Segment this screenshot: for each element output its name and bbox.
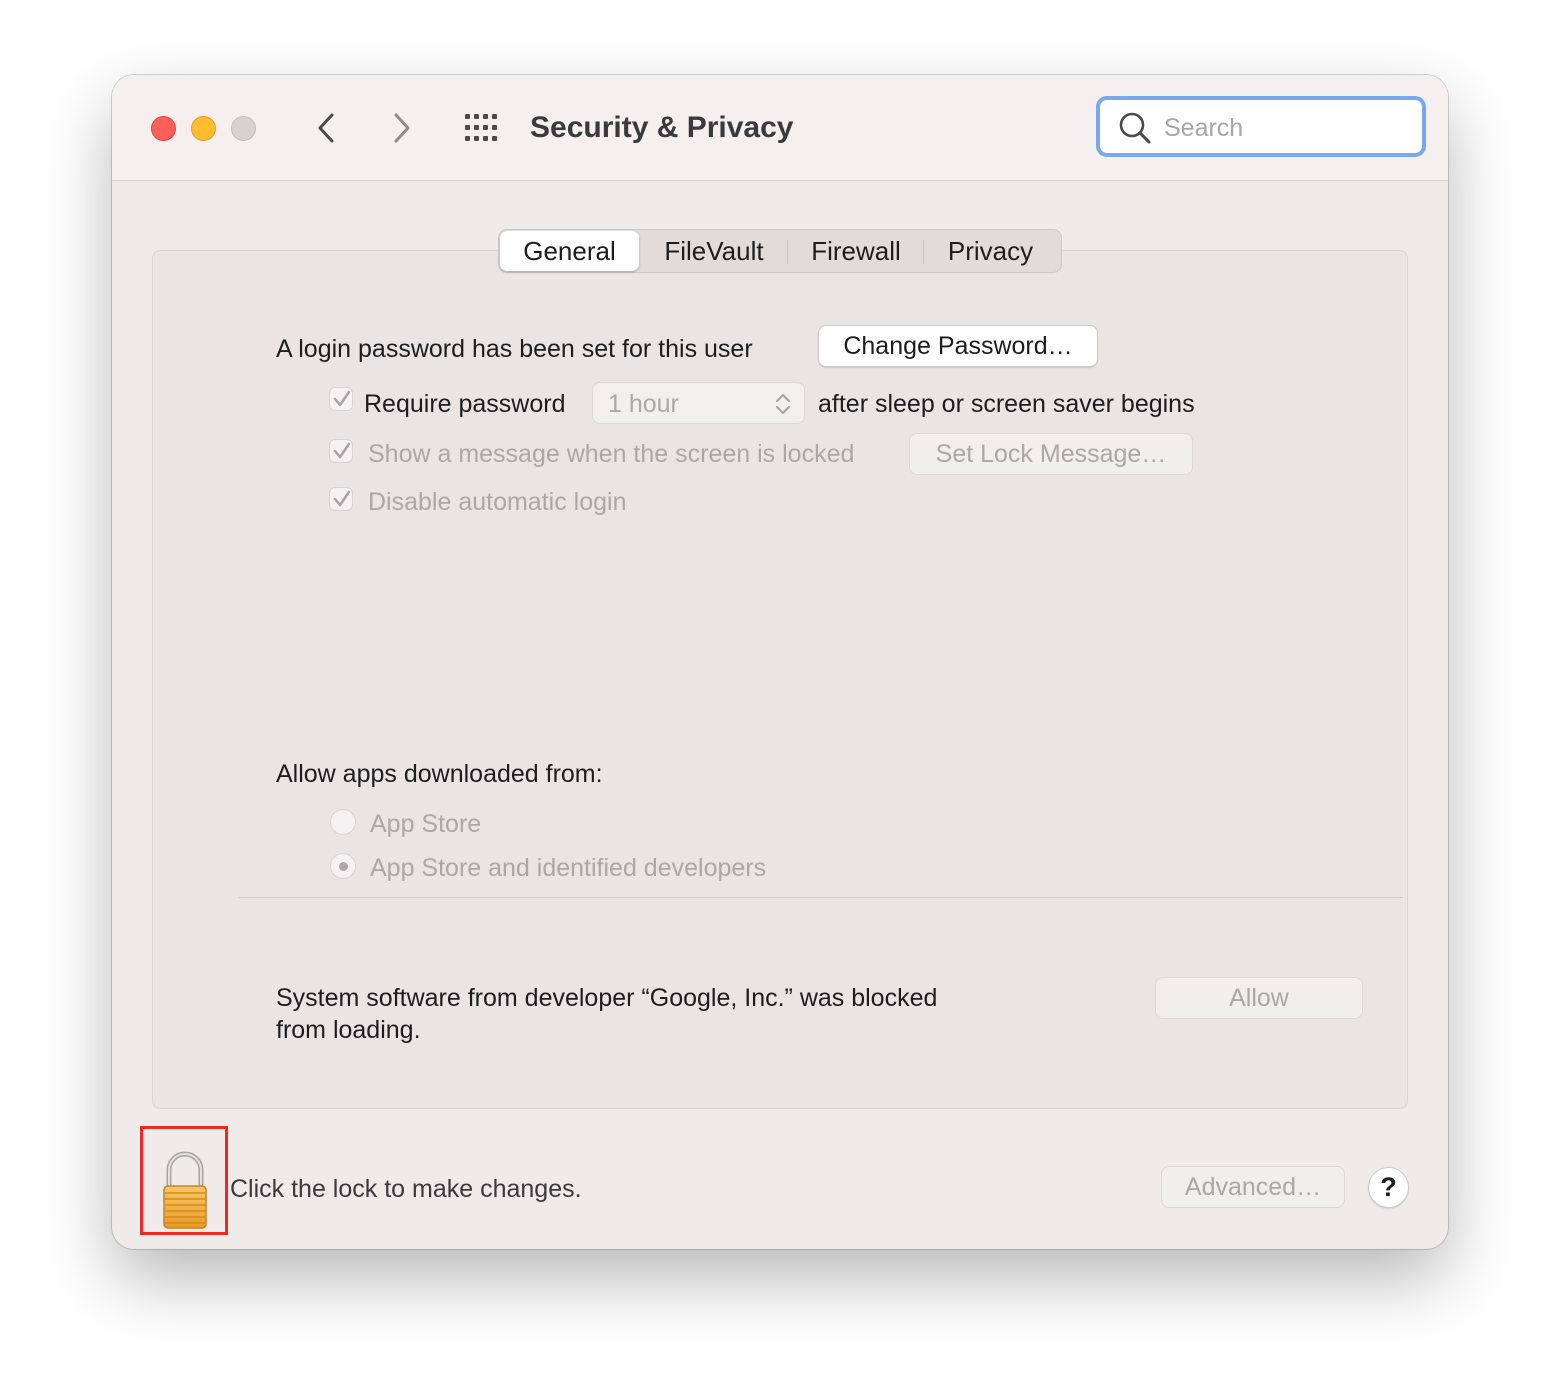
advanced-button[interactable]: Advanced…: [1161, 1166, 1345, 1208]
disable-auto-login-label: Disable automatic login: [368, 488, 627, 516]
back-button[interactable]: [308, 108, 348, 148]
help-button[interactable]: ?: [1368, 1167, 1409, 1208]
disable-auto-login-checkbox[interactable]: [329, 487, 353, 511]
radio-app-store-identified-label: App Store and identified developers: [370, 854, 767, 882]
minimize-button[interactable]: [191, 116, 216, 141]
require-password-label: Require password: [364, 390, 566, 418]
lock-status-text: Click the lock to make changes.: [230, 1175, 582, 1203]
blocked-message-line2: from loading.: [276, 1016, 421, 1044]
allow-apps-heading: Allow apps downloaded from:: [276, 760, 603, 788]
preferences-window: Security & Privacy A login password has …: [112, 75, 1448, 1249]
password-delay-popup[interactable]: 1 hour: [592, 382, 805, 424]
updown-chevron-icon: [776, 394, 790, 414]
tab-separator: [923, 240, 924, 264]
tab-content-panel: A login password has been set for this u…: [152, 250, 1408, 1109]
back-chevron-icon: [318, 113, 334, 143]
set-lock-message-button[interactable]: Set Lock Message…: [909, 433, 1193, 475]
close-button[interactable]: [151, 116, 176, 141]
require-password-checkbox[interactable]: [329, 387, 353, 411]
show-all-button[interactable]: [462, 112, 502, 144]
password-delay-value: 1 hour: [608, 390, 679, 418]
show-message-label: Show a message when the screen is locked: [368, 440, 855, 468]
radio-app-store-identified[interactable]: [330, 853, 356, 879]
tab-bar: General FileVault Firewall Privacy: [498, 229, 1062, 273]
search-field[interactable]: [1096, 96, 1426, 157]
tab-privacy[interactable]: Privacy: [927, 230, 1054, 272]
radio-selected-dot: [339, 862, 348, 871]
after-sleep-label: after sleep or screen saver begins: [818, 390, 1195, 418]
window-title: Security & Privacy: [530, 111, 794, 144]
radio-app-store[interactable]: [330, 809, 356, 835]
change-password-button[interactable]: Change Password…: [818, 325, 1098, 367]
tab-general[interactable]: General: [500, 231, 639, 271]
allow-button[interactable]: Allow: [1155, 977, 1363, 1019]
search-input[interactable]: [1162, 108, 1416, 148]
blocked-message-line1: System software from developer “Google, …: [276, 984, 938, 1012]
forward-chevron-icon: [394, 113, 410, 143]
grid-icon: [465, 114, 497, 141]
forward-button[interactable]: [382, 108, 422, 148]
tab-filevault[interactable]: FileVault: [645, 230, 783, 272]
checkmark-icon: [333, 490, 351, 507]
search-icon: [1119, 112, 1151, 144]
checkmark-icon: [333, 442, 351, 459]
lock-highlight-box: [140, 1126, 228, 1235]
section-divider: [239, 897, 1403, 898]
radio-app-store-label: App Store: [370, 810, 482, 838]
title-bar: Security & Privacy: [112, 75, 1448, 181]
login-password-label: A login password has been set for this u…: [276, 335, 753, 363]
zoom-button[interactable]: [231, 116, 256, 141]
tab-separator: [787, 240, 788, 264]
checkmark-icon: [333, 390, 351, 407]
show-message-checkbox[interactable]: [329, 439, 353, 463]
tab-firewall[interactable]: Firewall: [791, 230, 921, 272]
